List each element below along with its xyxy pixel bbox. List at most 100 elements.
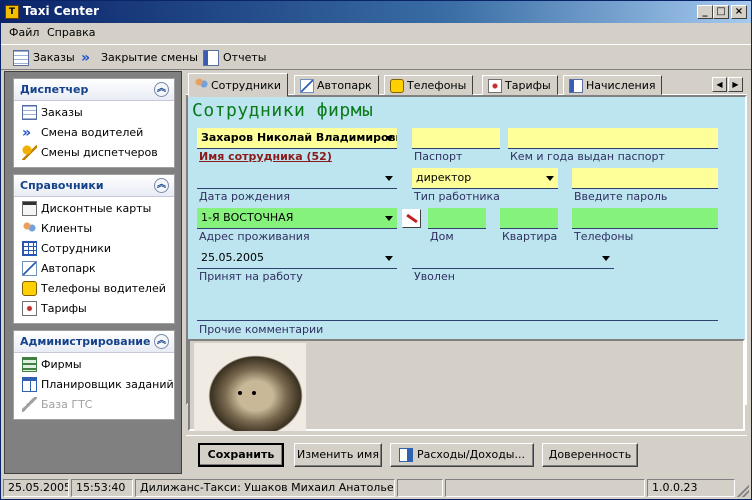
scheduler-icon [22,377,37,392]
reports-icon [203,50,219,66]
collapse-icon[interactable]: ︽ [154,334,169,349]
group-dispatcher-header[interactable]: Диспетчер ︽ [14,79,174,101]
address-value: 1-Я ВОСТОЧНАЯ [201,211,294,224]
content-pane: Сотрудники Автопарк Телефоны Тарифы Начи… [186,71,747,474]
nav-tariffs[interactable]: Тарифы [14,299,174,319]
rename-button[interactable]: Изменить имя [294,443,382,467]
nav-clients-label: Клиенты [41,222,93,235]
nav-scheduler[interactable]: Планировщик заданий [14,375,174,395]
nav-tariffs-label: Тарифы [41,302,87,315]
autopark-icon [22,261,37,276]
database-icon [22,397,37,412]
nav-driver-phones-label: Телефоны водителей [41,282,166,295]
group-admin-header[interactable]: Администрирование ︽ [14,331,174,353]
status-empty [397,479,443,497]
comments-field[interactable] [197,287,718,321]
tab-scroll-left-button[interactable]: ◀ [712,77,727,92]
nav-clients[interactable]: Клиенты [14,219,174,239]
nav-orders[interactable]: Заказы [14,103,174,123]
dropdown-arrow-icon [385,136,393,141]
nav-firms[interactable]: Фирмы [14,355,174,375]
nav-gts-database-label: База ГТС [41,398,93,411]
nav-employees-label: Сотрудники [41,242,112,255]
status-spacer [445,479,645,497]
tab-employees-label: Сотрудники [211,79,282,92]
window-title: Taxi Center [23,4,100,18]
edit-address-button[interactable] [402,209,421,228]
hired-date-select[interactable]: 25.05.2005 [197,248,397,269]
nav-driver-shift[interactable]: » Смена водителей [14,123,174,143]
collapse-icon[interactable]: ︽ [154,82,169,97]
close-button[interactable]: × [731,5,747,19]
employees-tab-icon [194,77,208,91]
house-field[interactable] [428,208,486,229]
tab-employees[interactable]: Сотрудники [188,73,289,97]
fired-date-select[interactable] [412,248,614,269]
password-label: Введите пароль [574,190,668,203]
nav-discount-cards[interactable]: Дисконтные карты [14,199,174,219]
tab-autopark-label: Автопарк [317,79,372,92]
nav-employees[interactable]: Сотрудники [14,239,174,259]
employee-name-select[interactable]: Захаров Николай Владимирович [197,128,397,149]
power-of-attorney-button[interactable]: Доверенность [542,443,638,467]
tab-strip: Сотрудники Автопарк Телефоны Тарифы Начи… [186,73,747,97]
nav-autopark[interactable]: Автопарк [14,259,174,279]
nav-discount-cards-label: Дисконтные карты [41,202,152,215]
expenses-income-button[interactable]: Расходы/Доходы... [390,443,534,467]
menu-file[interactable]: Файл [9,26,39,39]
nav-gts-database: База ГТС [14,395,174,415]
orders-icon [13,50,29,66]
save-button[interactable]: Сохранить [198,443,284,467]
key-icon [22,145,37,160]
tab-tariffs[interactable]: Тарифы [482,75,558,95]
phones-field[interactable] [572,208,718,229]
apartment-field[interactable] [500,208,558,229]
title-bar: T Taxi Center _ □ × [1,1,751,23]
resize-grip-icon[interactable] [737,485,749,497]
tab-phones-label: Телефоны [407,79,467,92]
nav-dispatcher-shifts[interactable]: Смены диспетчеров [14,143,174,163]
photo-detail [252,391,256,395]
birth-date-select[interactable] [197,168,397,189]
toolbar-reports-button[interactable]: Отчеты [203,49,266,67]
status-user: Дилижанс-Такси: Ушаков Михаил Анатольеви… [135,479,395,497]
passport-field[interactable] [412,128,500,149]
password-field[interactable] [572,168,718,189]
worker-type-select[interactable]: директор [412,168,558,189]
tab-autopark[interactable]: Автопарк [294,75,379,95]
tab-phones[interactable]: Телефоны [384,75,474,95]
address-select[interactable]: 1-Я ВОСТОЧНАЯ [197,208,397,229]
nav-driver-phones[interactable]: Телефоны водителей [14,279,174,299]
employee-photo[interactable] [194,343,306,431]
worker-type-value: директор [416,171,472,184]
group-dispatcher: Диспетчер ︽ Заказы » Смена водителей Смен… [13,78,175,168]
address-label: Адрес проживания [199,230,310,243]
nav-autopark-label: Автопарк [41,262,96,275]
toolbar-orders-button[interactable]: Заказы [13,49,75,67]
collapse-icon[interactable]: ︽ [154,178,169,193]
dropdown-arrow-icon [546,176,554,181]
hired-date-value: 25.05.2005 [201,251,264,264]
discount-card-icon [22,201,37,216]
worker-type-label: Тип работника [414,190,500,203]
tab-scroll-right-button[interactable]: ▶ [728,77,743,92]
tariff-icon [488,79,502,93]
navigation-pane: Диспетчер ︽ Заказы » Смена водителей Смен… [4,71,182,474]
toolbar-close-shift-button[interactable]: » Закрытие смены [81,49,198,67]
passport-issued-field[interactable] [508,128,718,149]
page-title: Сотрудники фирмы [192,100,374,121]
group-references-header[interactable]: Справочники ︽ [14,175,174,197]
employee-form: Сотрудники фирмы Захаров Николай Владими… [186,95,747,431]
minimize-button[interactable]: _ [697,5,713,19]
group-admin-title: Администрирование [20,335,151,348]
dropdown-arrow-icon [602,256,610,261]
phone-icon [22,281,37,296]
status-time: 15:53:40 [71,479,133,497]
employee-name-label[interactable]: Имя сотрудника (52) [199,150,332,163]
maximize-button[interactable]: □ [713,5,729,19]
tab-accruals[interactable]: Начисления [563,75,663,95]
app-icon: T [5,5,19,19]
double-arrow-icon: » [81,50,90,66]
group-references: Справочники ︽ Дисконтные карты Клиенты С… [13,174,175,324]
menu-help[interactable]: Справка [47,26,95,39]
